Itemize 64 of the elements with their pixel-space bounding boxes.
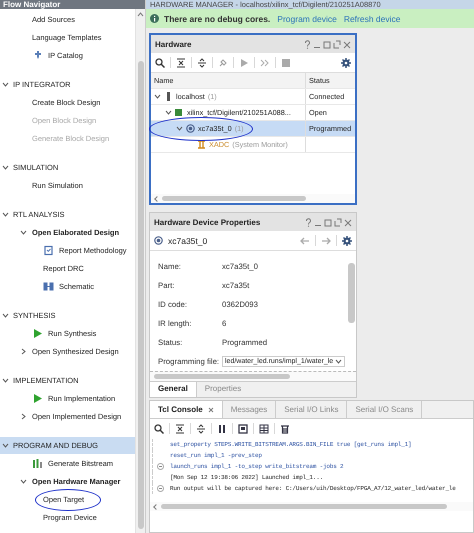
close-icon[interactable] <box>343 40 351 48</box>
settings-icon[interactable] <box>342 236 352 246</box>
chevron-down-icon[interactable] <box>2 164 9 171</box>
info-icon <box>150 14 159 23</box>
chip-icon <box>186 124 195 133</box>
collapse-caret-icon[interactable] <box>154 93 161 100</box>
panel-title: Hardware Device Properties <box>154 218 262 226</box>
device-name: xc7a35t_0 <box>168 236 208 246</box>
trash-icon[interactable] <box>280 424 290 434</box>
link[interactable]: Refresh device <box>344 14 401 24</box>
expand-caret-icon[interactable] <box>20 412 27 420</box>
close-icon[interactable] <box>208 406 214 412</box>
collapse-all-icon[interactable] <box>176 58 186 68</box>
expand-all-icon[interactable] <box>196 424 206 434</box>
collapse-caret-icon[interactable] <box>165 109 172 116</box>
monitor-icon <box>197 140 206 149</box>
info-message: There are no debug cores. <box>164 14 270 24</box>
play-icon <box>32 392 43 404</box>
float-icon[interactable] <box>334 218 342 226</box>
fold-icon[interactable] <box>156 485 164 492</box>
search-icon[interactable] <box>154 424 164 434</box>
collapse-all-icon[interactable] <box>175 424 185 434</box>
link[interactable]: Program device <box>277 14 337 24</box>
clipboard-icon <box>43 244 54 256</box>
search-icon[interactable] <box>155 58 165 68</box>
collapse-caret-icon[interactable] <box>20 478 27 484</box>
fold-icon[interactable] <box>156 463 164 470</box>
chevron-down-icon[interactable] <box>2 442 9 449</box>
chevron-down-icon[interactable] <box>2 81 9 88</box>
scrollbar[interactable] <box>151 194 355 203</box>
maximize-icon[interactable] <box>323 40 331 48</box>
server-icon <box>164 92 173 101</box>
panel-title: Flow Navigator <box>3 0 60 9</box>
bitstream-icon <box>32 458 43 468</box>
expand-caret-icon[interactable] <box>20 348 27 354</box>
columns-icon[interactable] <box>259 424 269 434</box>
collapse-caret-icon[interactable] <box>176 125 183 132</box>
tab[interactable]: Tcl Console <box>150 401 223 418</box>
play-icon <box>32 328 43 338</box>
panel-title: Hardware <box>155 40 192 48</box>
help-icon[interactable] <box>304 40 311 48</box>
scroll-up-icon[interactable] <box>137 12 144 17</box>
copy-icon[interactable] <box>238 424 248 434</box>
scrollbar[interactable] <box>150 502 473 511</box>
dropdown-caret-icon <box>335 359 342 364</box>
expand-all-icon[interactable] <box>197 58 207 68</box>
pause-icon[interactable] <box>217 424 227 434</box>
chevron-down-icon[interactable] <box>2 312 9 319</box>
schematic-icon <box>43 280 54 292</box>
tab[interactable]: General <box>150 382 197 397</box>
chip-icon <box>154 236 163 245</box>
chevron-down-icon[interactable] <box>2 377 9 384</box>
settings-icon[interactable] <box>341 58 351 68</box>
ip-core-icon <box>32 50 43 60</box>
collapse-caret-icon[interactable] <box>20 228 27 236</box>
help-icon[interactable] <box>305 218 312 226</box>
close-icon[interactable] <box>344 218 352 226</box>
float-icon[interactable] <box>333 40 341 48</box>
plug-icon[interactable] <box>218 58 228 68</box>
maximize-icon[interactable] <box>324 218 332 226</box>
scrollbar[interactable] <box>135 9 145 533</box>
scrollbar[interactable] <box>150 371 356 381</box>
board-icon <box>175 108 184 117</box>
chevron-down-icon[interactable] <box>2 211 9 218</box>
